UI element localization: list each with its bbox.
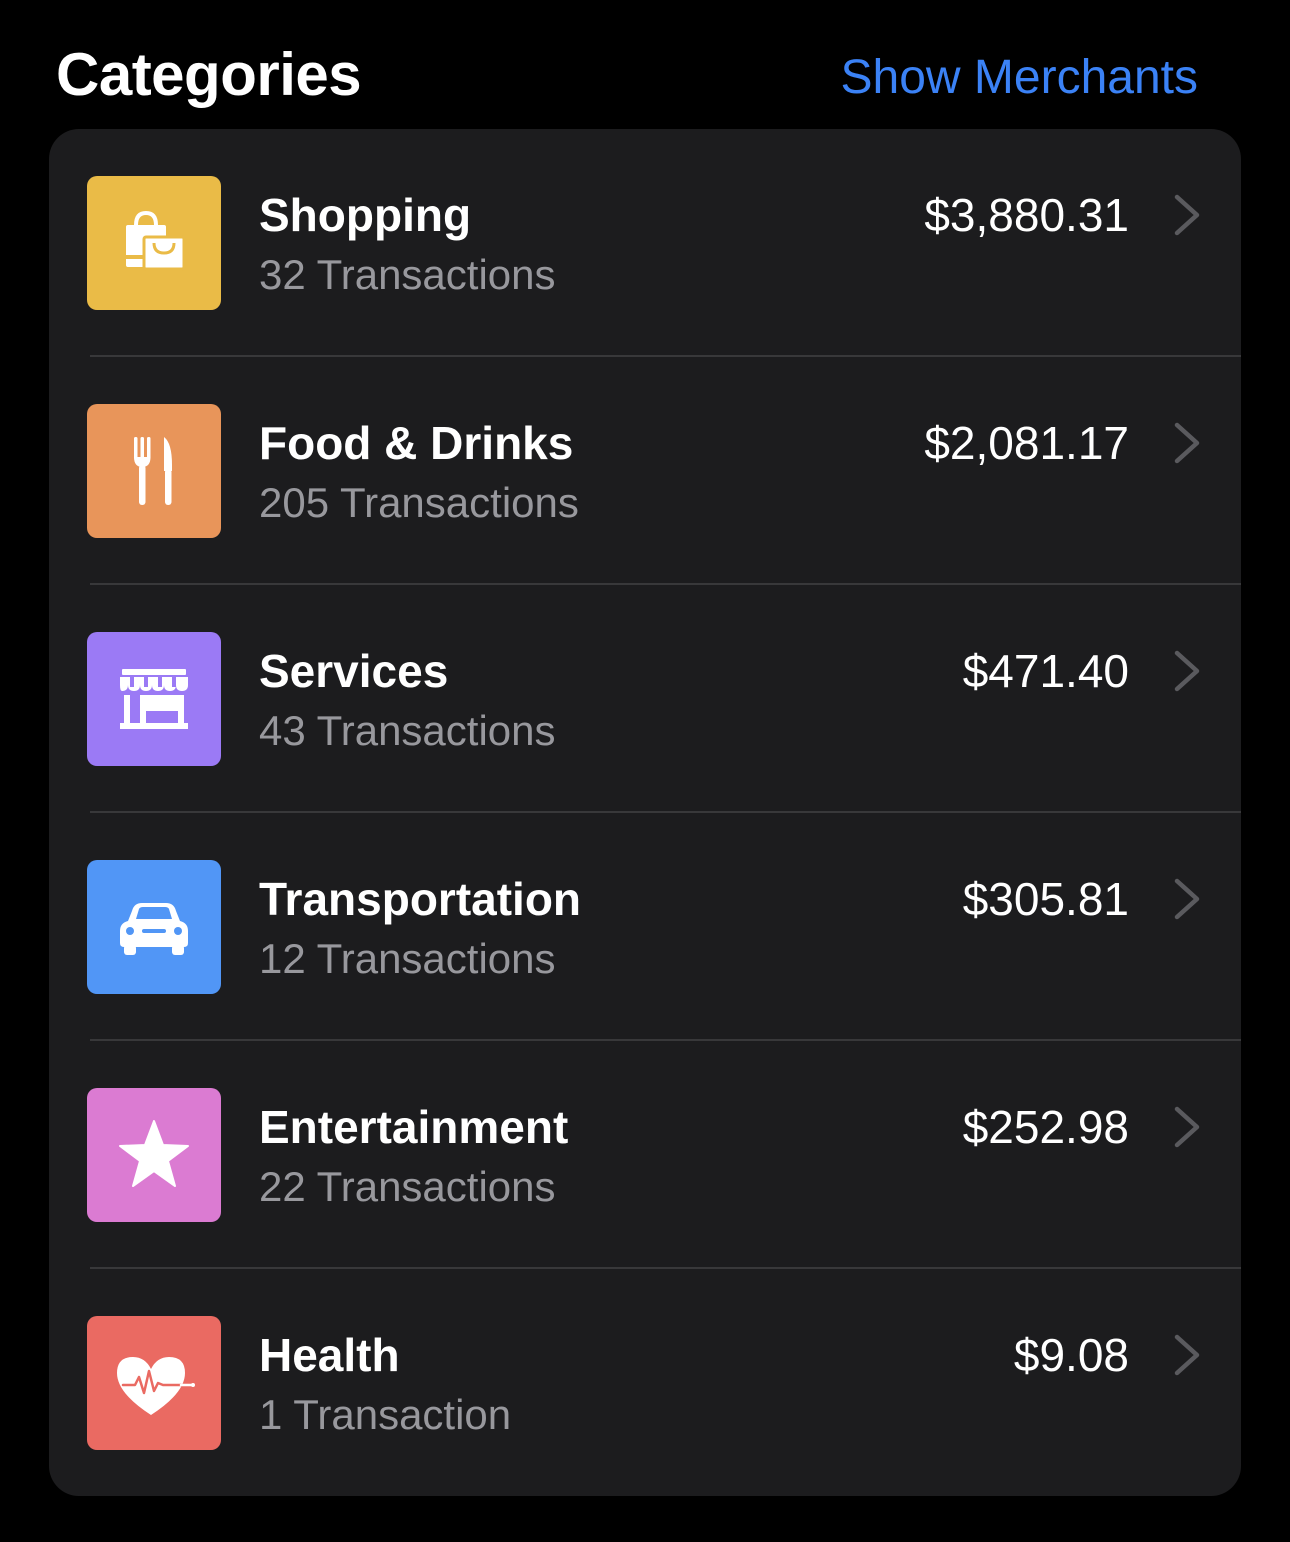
section-header: Categories Show Merchants [56, 36, 1198, 116]
category-row-transportation[interactable]: Transportation 12 Transactions $305.81 [49, 813, 1241, 1041]
category-icon-tile [87, 1088, 221, 1222]
category-name: Health [259, 1329, 400, 1381]
page-title: Categories [56, 41, 362, 108]
category-amount: $2,081.17 [924, 417, 1129, 469]
category-icon-tile [87, 632, 221, 766]
category-name: Transportation [259, 873, 582, 925]
category-icon-tile [87, 404, 221, 538]
transaction-count: 22 Transactions [259, 1163, 556, 1210]
category-amount: $252.98 [962, 1101, 1129, 1153]
shopping-bags-icon [126, 210, 186, 271]
transaction-count: 43 Transactions [259, 707, 556, 754]
category-row-services[interactable]: Services 43 Transactions $471.40 [49, 585, 1241, 813]
star-icon [119, 1120, 189, 1187]
category-row-entertainment[interactable]: Entertainment 22 Transactions $252.98 [49, 1041, 1241, 1269]
car-icon [120, 903, 188, 955]
category-amount: $3,880.31 [924, 189, 1129, 241]
chevron-right-icon [1174, 1106, 1200, 1148]
category-name: Entertainment [259, 1101, 569, 1153]
transaction-count: 205 Transactions [259, 479, 579, 526]
category-name: Shopping [259, 189, 472, 241]
category-row-health[interactable]: Health 1 Transaction $9.08 [49, 1269, 1241, 1496]
category-icon-tile [87, 1316, 221, 1450]
transaction-count: 12 Transactions [259, 935, 556, 982]
chevron-right-icon [1174, 194, 1200, 236]
category-name: Food & Drinks [259, 417, 574, 469]
transaction-count: 1 Transaction [259, 1391, 512, 1438]
category-icon-tile [87, 860, 221, 994]
heart-pulse-icon [117, 1357, 195, 1415]
category-amount: $9.08 [1013, 1329, 1129, 1381]
chevron-right-icon [1174, 422, 1200, 464]
chevron-right-icon [1174, 1334, 1200, 1376]
category-icon-tile [87, 176, 221, 310]
category-row-food-drinks[interactable]: Food & Drinks 205 Transactions $2,081.17 [49, 357, 1241, 585]
storefront-icon [120, 669, 188, 729]
chevron-right-icon [1174, 650, 1200, 692]
show-merchants-button[interactable]: Show Merchants [841, 48, 1199, 108]
transaction-count: 32 Transactions [259, 251, 556, 298]
category-amount: $471.40 [962, 645, 1129, 697]
category-row-shopping[interactable]: Shopping 32 Transactions $3,880.31 [49, 129, 1241, 357]
chevron-right-icon [1174, 878, 1200, 920]
categories-screen: Categories Show Merchants Shopping 32 Tr… [0, 0, 1290, 1542]
category-amount: $305.81 [962, 873, 1129, 925]
category-name: Services [259, 645, 449, 697]
fork-knife-icon [134, 437, 172, 505]
categories-list: Shopping 32 Transactions $3,880.31 Food … [49, 129, 1241, 1496]
